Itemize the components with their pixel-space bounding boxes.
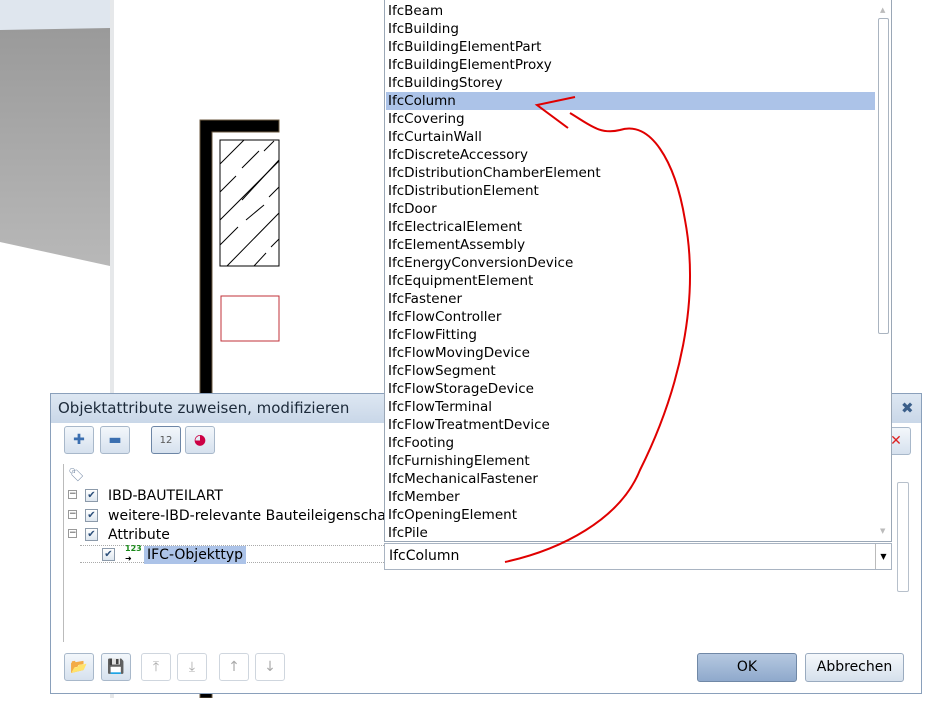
dropdown-option[interactable]: IfcMechanicalFastener (386, 470, 875, 488)
dropdown-option[interactable]: IfcFlowController (386, 308, 875, 326)
ifc-type-dropdown-list[interactable]: IfcBeam IfcBuilding IfcBuildingElementPart… (384, 0, 892, 542)
load-favorite-button[interactable]: 📂 (64, 653, 94, 681)
dropdown-option[interactable]: IfcBeam (386, 2, 875, 20)
close-icon[interactable]: ✖ (901, 399, 914, 417)
move-down-button[interactable]: ↓ (255, 653, 285, 681)
dropdown-option[interactable]: IfcElectricalElement (386, 218, 875, 236)
dropdown-option[interactable]: IfcDiscreteAccessory (386, 146, 875, 164)
dropdown-option[interactable]: IfcDistributionElement (386, 182, 875, 200)
scroll-down-icon[interactable]: ▼ (880, 527, 885, 535)
save-favorite-button[interactable]: 💾 (101, 653, 131, 681)
dropdown-option[interactable]: IfcBuildingStorey (386, 74, 875, 92)
scroll-up-icon[interactable]: ▲ (880, 6, 885, 14)
tree-item-label: Attribute (108, 527, 170, 543)
scrollbar-thumb[interactable] (878, 18, 889, 334)
tag-icon: 🏷 (68, 468, 85, 483)
combobox-value: IfcColumn (389, 548, 460, 564)
tree-item-label: IBD-BAUTEILART (108, 488, 223, 504)
dialog-title: Objektattribute zuweisen, modifizieren (58, 399, 350, 417)
cancel-button[interactable]: Abbrechen (805, 653, 904, 682)
attribute-tree[interactable]: 🏷 − ✔ IBD-BAUTEILART − ✔ weitere-IBD-rel… (63, 464, 384, 642)
move-up-button[interactable]: ↑ (219, 653, 249, 681)
collapse-icon[interactable]: − (68, 490, 77, 499)
plus-icon: ✚ (73, 432, 85, 448)
checkbox[interactable]: ✔ (85, 489, 98, 502)
number-eye-icon: 12 (159, 434, 173, 446)
dropdown-option[interactable]: IfcFlowMovingDevice (386, 344, 875, 362)
ifc-type-combobox[interactable]: IfcColumn ▼ (384, 543, 892, 570)
collapse-icon[interactable]: − (68, 529, 77, 538)
dropdown-option[interactable]: IfcFlowStorageDevice (386, 380, 875, 398)
tree-item[interactable]: − ✔ Attribute (64, 526, 384, 544)
dropdown-scrollbar[interactable]: ▲ ▼ (876, 0, 891, 540)
minus-icon: ▬ (108, 432, 122, 448)
checkbox[interactable]: ✔ (85, 509, 98, 522)
checkbox[interactable]: ✔ (85, 528, 98, 541)
dropdown-option[interactable]: IfcDistributionChamberElement (386, 164, 875, 182)
dropdown-option[interactable]: IfcMember (386, 488, 875, 506)
show-numbers-button[interactable]: 12 (151, 426, 181, 454)
dropdown-option[interactable]: IfcFastener (386, 290, 875, 308)
dropdown-option[interactable]: IfcFlowTerminal (386, 398, 875, 416)
dropdown-option[interactable]: IfcCovering (386, 110, 875, 128)
dropdown-option[interactable]: IfcBuildingElementProxy (386, 56, 875, 74)
dropdown-option[interactable]: IfcFlowTreatmentDevice (386, 416, 875, 434)
dropdown-option[interactable]: IfcFurnishingElement (386, 452, 875, 470)
number-attribute-icon: 123 ➜ (125, 544, 142, 563)
save-star-icon: 💾 (107, 659, 125, 675)
tree-item[interactable]: ✔ 123 ➜ IFC-Objekttyp (80, 544, 384, 564)
dropdown-option[interactable]: IfcDoor (386, 200, 875, 218)
color-eye-icon: ◕ (193, 432, 207, 448)
tree-item-label: IFC-Objekttyp (144, 546, 247, 564)
dropdown-option[interactable]: IfcFlowFitting (386, 326, 875, 344)
scrollbar[interactable] (897, 482, 909, 592)
move-top-button[interactable]: ⤒ (141, 653, 171, 681)
ok-button[interactable]: OK (697, 653, 797, 682)
dropdown-option[interactable]: IfcEnergyConversionDevice (386, 254, 875, 272)
move-bottom-button[interactable]: ⤓ (177, 653, 207, 681)
dropdown-option[interactable]: IfcFooting (386, 434, 875, 452)
add-button[interactable]: ✚ (64, 426, 94, 454)
arrow-up-icon: ↑ (228, 659, 240, 675)
tree-item[interactable]: − ✔ IBD-BAUTEILART (64, 487, 384, 505)
folder-star-icon: 📂 (70, 659, 88, 675)
remove-button[interactable]: ▬ (100, 426, 130, 454)
checkbox[interactable]: ✔ (102, 548, 115, 561)
column-hatched[interactable] (219, 139, 280, 267)
arrow-bottom-icon: ⤓ (188, 659, 196, 675)
arrow-down-icon: ↓ (264, 659, 276, 675)
dropdown-option[interactable]: IfcEquipmentElement (386, 272, 875, 290)
dropdown-option[interactable]: IfcBuilding (386, 20, 875, 38)
arrow-top-icon: ⤒ (152, 659, 160, 675)
collapse-icon[interactable]: − (68, 510, 77, 519)
dropdown-option[interactable]: IfcBuildingElementPart (386, 38, 875, 56)
dropdown-option[interactable]: IfcColumn (386, 92, 875, 110)
chevron-down-icon[interactable]: ▼ (875, 544, 891, 569)
show-colors-button[interactable]: ◕ (185, 426, 215, 454)
tree-item[interactable]: − ✔ weitere-IBD-relevante Bauteileigensc… (64, 507, 384, 525)
dropdown-option[interactable]: IfcOpeningElement (386, 506, 875, 524)
dropdown-option[interactable]: IfcElementAssembly (386, 236, 875, 254)
dropdown-option[interactable]: IfcCurtainWall (386, 128, 875, 146)
tree-item-label: weitere-IBD-relevante Bauteileigenschaft… (108, 508, 384, 524)
dropdown-option[interactable]: IfcFlowSegment (386, 362, 875, 380)
dropdown-option[interactable]: IfcPile (386, 524, 875, 542)
opening-outline[interactable] (220, 295, 280, 342)
